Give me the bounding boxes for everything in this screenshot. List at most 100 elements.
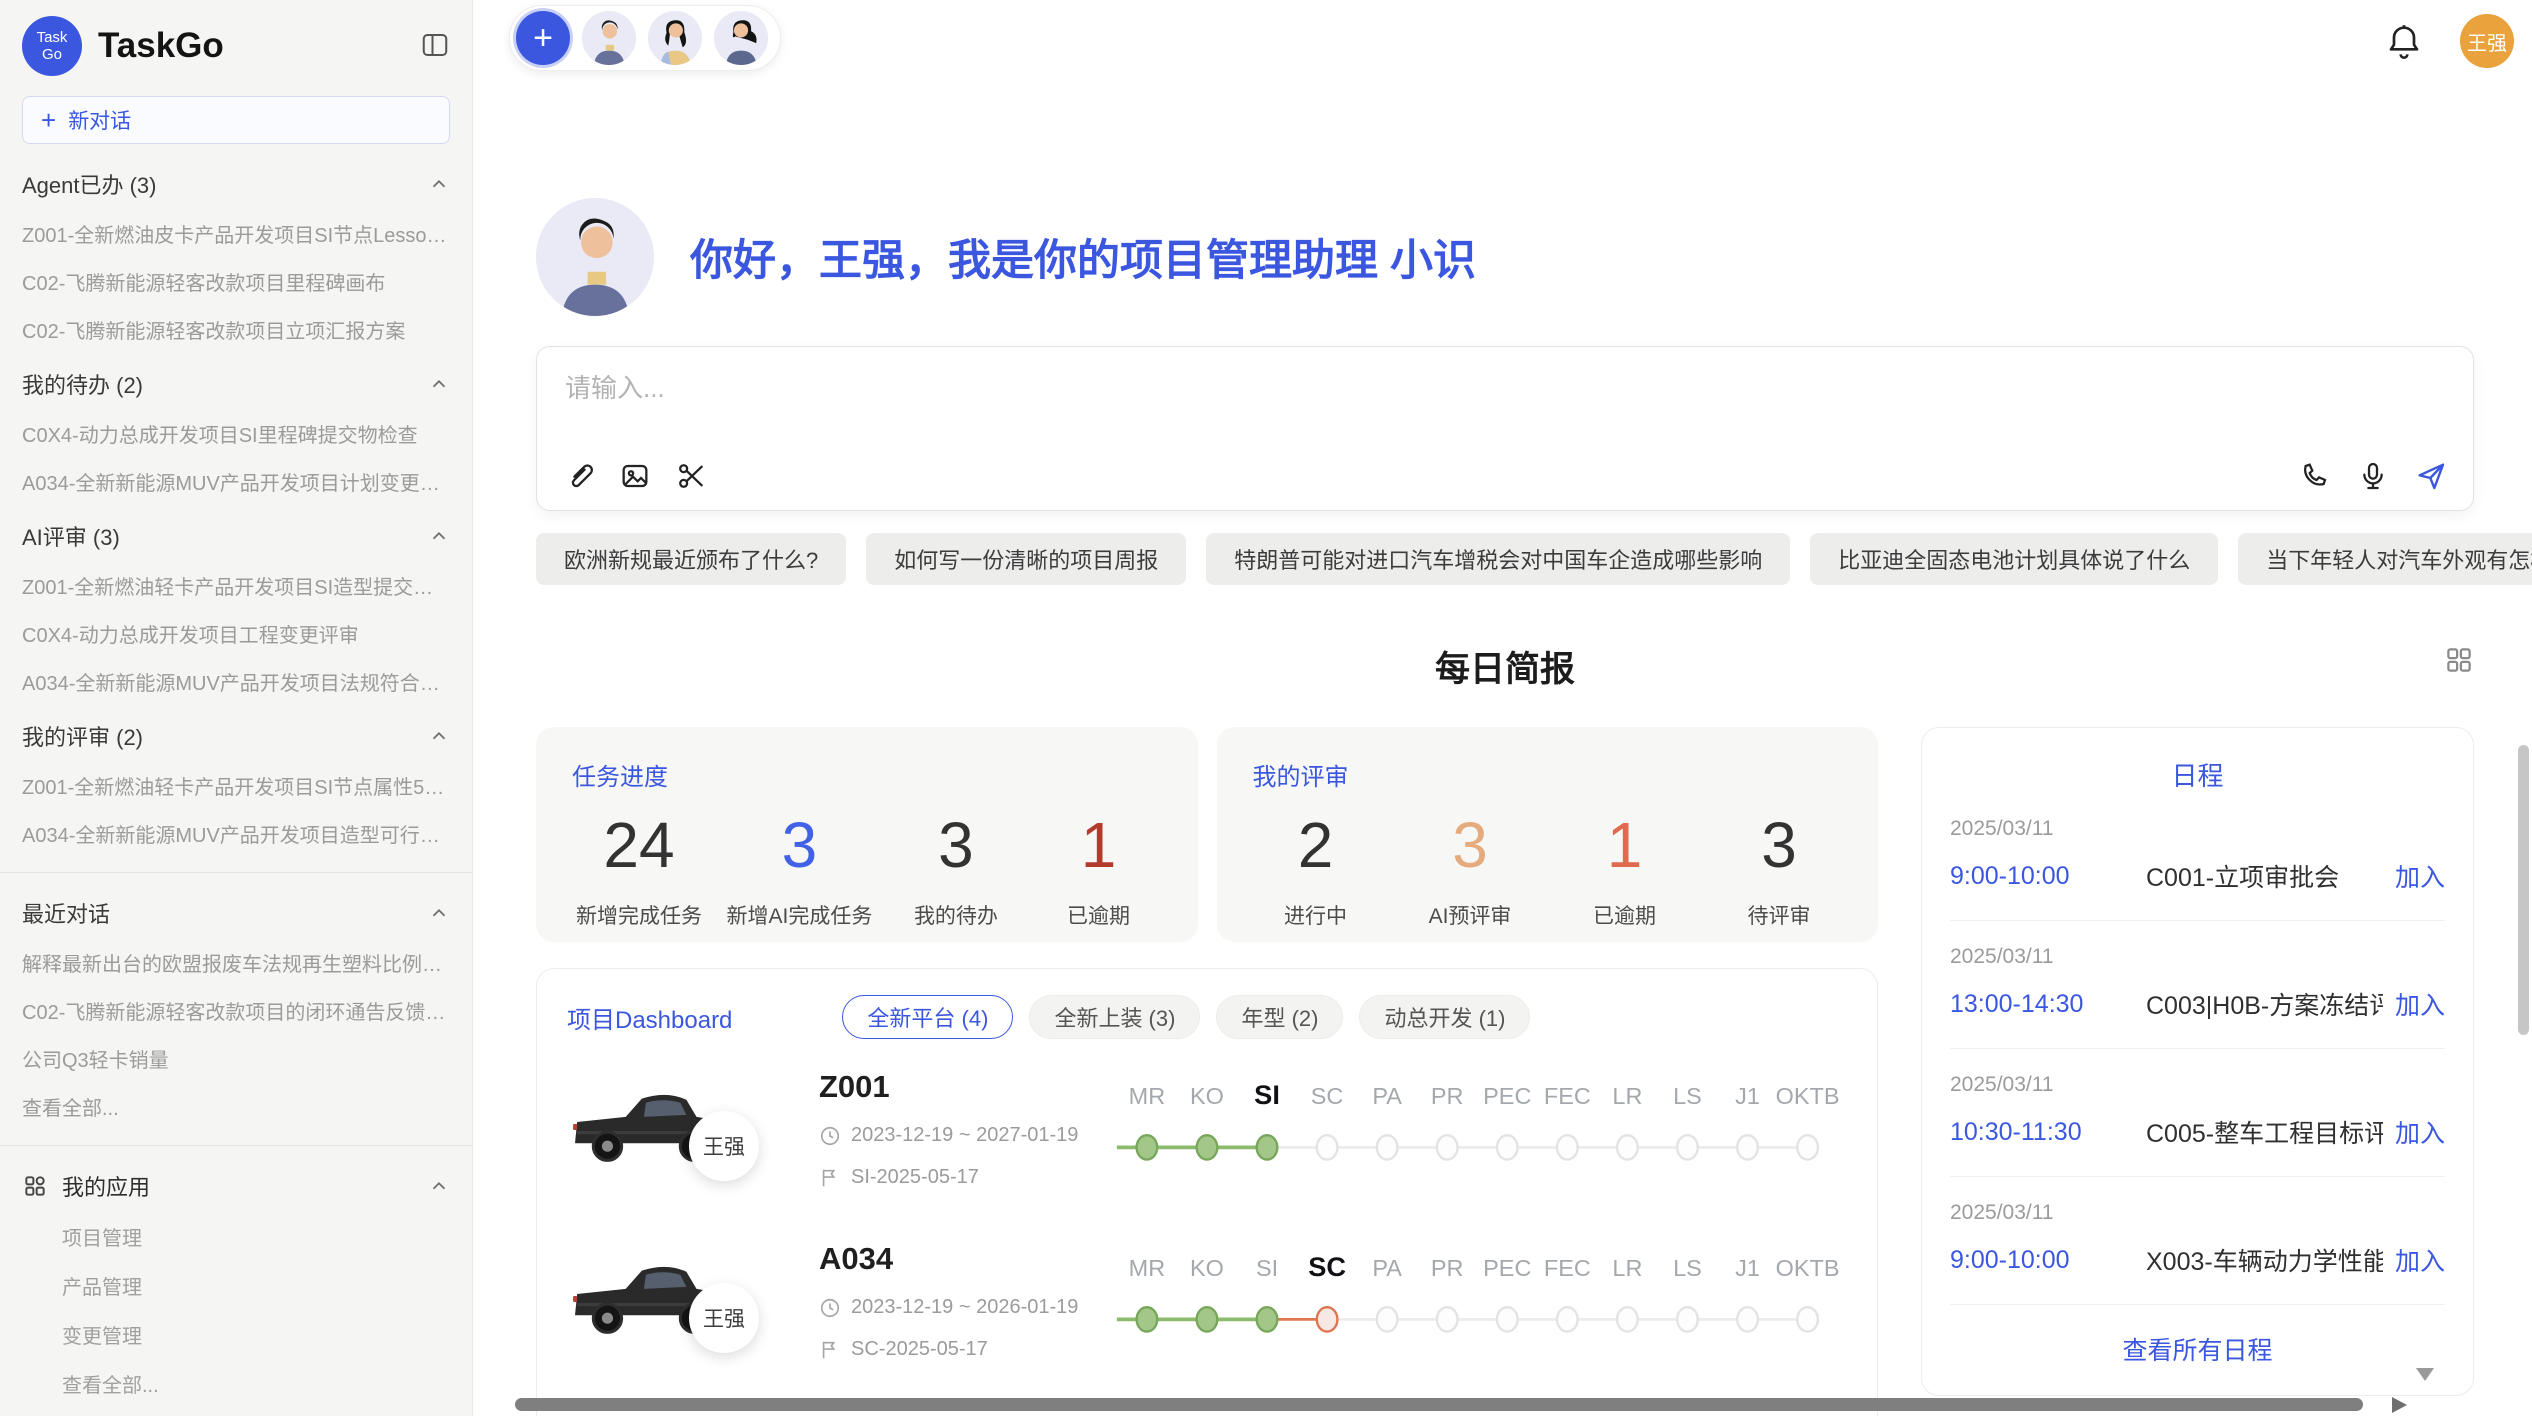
project-info: A034 2023-12-19 ~ 2026-01-19	[819, 1237, 1115, 1361]
content-column: 你好，王强，我是你的项目管理助理 小识	[473, 198, 2532, 1416]
clock-icon	[819, 1125, 841, 1147]
horizontal-scrollbar-thumb[interactable]	[515, 1398, 2363, 1411]
vertical-scrollbar-thumb[interactable]	[2518, 745, 2529, 1035]
recent-chat-item[interactable]: 公司Q3轻卡销量	[22, 1044, 450, 1073]
voice-call-icon[interactable]	[2299, 460, 2331, 492]
sidebar-item[interactable]: Z001-全新燃油轻卡产品开发项目SI造型提交物评审	[22, 571, 450, 600]
attachment-icon[interactable]	[563, 460, 595, 492]
sidebar-group: 我的评审 (2) Z001-全新燃油轻卡产品开发项目SI节点属性5D文件评审 A…	[22, 720, 450, 848]
sidebar-item[interactable]: A034-全新新能源MUV产品开发项目造型可行性评审	[22, 819, 450, 848]
layout-grid-icon[interactable]	[2444, 645, 2474, 675]
sidebar-item[interactable]: C02-飞腾新能源轻客改款项目里程碑画布	[22, 267, 450, 296]
sidebar-group-header[interactable]: AI评审 (3)	[22, 520, 450, 552]
panel-collapse-icon	[420, 30, 450, 63]
suggestion-chip[interactable]: 特朗普可能对进口汽车增税会对中国车企造成哪些影响	[1206, 533, 1790, 585]
my-apps-header[interactable]: 我的应用	[22, 1170, 450, 1202]
join-link[interactable]: 加入	[2395, 1242, 2445, 1278]
stat-value: 3	[1720, 808, 1838, 882]
microphone-icon[interactable]	[2357, 460, 2389, 492]
scroll-down-arrow[interactable]	[2416, 1368, 2434, 1381]
group-items: Z001-全新燃油轻卡产品开发项目SI节点属性5D文件评审 A034-全新新能源…	[22, 771, 450, 848]
svg-text:LR: LR	[1612, 1083, 1642, 1109]
send-icon[interactable]	[2415, 460, 2447, 492]
suggestion-chip[interactable]: 如何写一份清晰的项目周报	[866, 533, 1186, 585]
sidebar-item[interactable]: C0X4-动力总成开发项目SI里程碑提交物检查	[22, 419, 450, 448]
svg-text:SC: SC	[1311, 1083, 1344, 1109]
sidebar-item[interactable]: Z001-全新燃油皮卡产品开发项目SI节点Lesson Learn报告	[22, 219, 450, 248]
project-dates: 2023-12-19 ~ 2027-01-19	[819, 1124, 1115, 1147]
group-title: Agent已办 (3)	[22, 168, 428, 200]
composer-right-icons	[2299, 460, 2447, 492]
plus-icon: +	[41, 107, 56, 133]
recent-view-all-link[interactable]: 查看全部...	[22, 1092, 450, 1121]
recent-chats-header[interactable]: 最近对话	[22, 897, 450, 929]
dashboard-tab[interactable]: 动总开发 (1)	[1359, 995, 1530, 1039]
project-row[interactable]: 王强 Z001 2023-12-19 ~ 2027-01-19	[567, 1065, 1847, 1211]
sidebar-item[interactable]: A034-全新新能源MUV产品开发项目法规符合性评审	[22, 667, 450, 696]
scissors-icon[interactable]	[675, 460, 707, 492]
svg-text:FEC: FEC	[1544, 1083, 1591, 1109]
app-link[interactable]: 产品管理	[62, 1271, 450, 1300]
view-all-schedule-link[interactable]: 查看所有日程	[1950, 1305, 2445, 1387]
recent-chat-item[interactable]: 解释最新出台的欧盟报废车法规再生塑料比例被调至15%...	[22, 948, 450, 977]
agent-avatar-1[interactable]	[582, 11, 636, 65]
svg-text:KO: KO	[1190, 1083, 1224, 1109]
stat-label: 待评审	[1720, 900, 1838, 930]
chevron-up-icon	[428, 902, 450, 924]
sidebar-group-header[interactable]: Agent已办 (3)	[22, 168, 450, 200]
join-link[interactable]: 加入	[2395, 1114, 2445, 1150]
dashboard-tab[interactable]: 全新上装 (3)	[1029, 995, 1200, 1039]
svg-text:OKTB: OKTB	[1776, 1083, 1840, 1109]
composer-left-icons	[563, 460, 707, 492]
svg-text:PR: PR	[1431, 1255, 1464, 1281]
group-title: 我的评审 (2)	[22, 720, 428, 752]
apps-grid-icon	[22, 1173, 48, 1199]
schedule-event-name: C001-立项审批会	[2146, 858, 2383, 894]
sidebar-group-header[interactable]: 我的评审 (2)	[22, 720, 450, 752]
app-link[interactable]: 查看全部...	[62, 1369, 450, 1398]
stat-card: 我的评审 2 进行中 3	[1217, 727, 1879, 942]
sidebar-collapse-button[interactable]	[420, 30, 450, 63]
group-title: 我的待办 (2)	[22, 368, 428, 400]
svg-text:PA: PA	[1372, 1083, 1402, 1109]
add-agent-button[interactable]: +	[516, 11, 570, 65]
stat: 24 新增完成任务	[576, 808, 702, 930]
suggestion-chip[interactable]: 比亚迪全固态电池计划具体说了什么	[1810, 533, 2218, 585]
sidebar-group: AI评审 (3) Z001-全新燃油轻卡产品开发项目SI造型提交物评审 C0X4…	[22, 520, 450, 696]
suggestion-chip[interactable]: 当下年轻人对汽车外观有怎样的喜好趋势	[2238, 533, 2532, 585]
new-chat-button[interactable]: + 新对话	[22, 96, 450, 144]
chevron-up-icon	[428, 525, 450, 547]
stat-value: 1	[1566, 808, 1684, 882]
logo-row: Task Go TaskGo	[22, 16, 450, 76]
project-car: 王强	[567, 1237, 819, 1383]
dashboard-tab[interactable]: 年型 (2)	[1216, 995, 1343, 1039]
sidebar-item[interactable]: C0X4-动力总成开发项目工程变更评审	[22, 619, 450, 648]
scroll-right-arrow[interactable]	[2392, 1397, 2407, 1413]
image-upload-icon[interactable]	[619, 460, 651, 492]
group-items: Z001-全新燃油皮卡产品开发项目SI节点Lesson Learn报告 C02-…	[22, 219, 450, 344]
app-link[interactable]: 变更管理	[62, 1320, 450, 1349]
dashboard-tab[interactable]: 全新平台 (4)	[842, 995, 1013, 1039]
agent-avatar-3[interactable]	[714, 11, 768, 65]
group-items: C0X4-动力总成开发项目SI里程碑提交物检查 A034-全新新能源MUV产品开…	[22, 419, 450, 496]
join-link[interactable]: 加入	[2395, 986, 2445, 1022]
chat-input[interactable]	[565, 373, 2445, 404]
suggestion-chip[interactable]: 欧洲新规最近颁布了什么?	[536, 533, 846, 585]
user-avatar[interactable]: 王强	[2460, 14, 2514, 68]
project-date-range: 2023-12-19 ~ 2026-01-19	[851, 1296, 1078, 1319]
greeting-row: 你好，王强，我是你的项目管理助理 小识	[536, 198, 2474, 316]
join-link[interactable]: 加入	[2395, 858, 2445, 894]
agent-avatar-2[interactable]	[648, 11, 702, 65]
schedule-date: 2025/03/11	[1950, 1201, 2445, 1225]
project-flag-label: SI-2025-05-17	[851, 1166, 979, 1189]
svg-text:OKTB: OKTB	[1776, 1255, 1840, 1281]
notification-bell-icon[interactable]	[2384, 21, 2424, 61]
sidebar-group-header[interactable]: 我的待办 (2)	[22, 368, 450, 400]
app-link[interactable]: 项目管理	[62, 1222, 450, 1251]
sidebar-item[interactable]: Z001-全新燃油轻卡产品开发项目SI节点属性5D文件评审	[22, 771, 450, 800]
project-row[interactable]: 王强 A034 2023-12-19 ~ 2026-01-19	[567, 1237, 1847, 1383]
sidebar-item[interactable]: A034-全新新能源MUV产品开发项目计划变更表编写	[22, 467, 450, 496]
sidebar-item[interactable]: C02-飞腾新能源轻客改款项目立项汇报方案	[22, 315, 450, 344]
recent-chat-item[interactable]: C02-飞腾新能源轻客改款项目的闭环通告反馈情况	[22, 996, 450, 1025]
dashboard-title: 项目Dashboard	[567, 1000, 732, 1035]
